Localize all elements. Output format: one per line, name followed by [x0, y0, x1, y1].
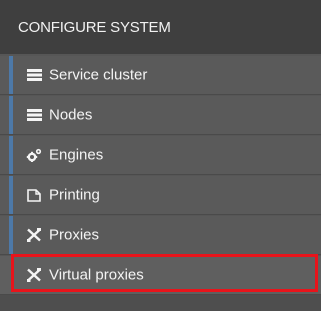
item-accent-bar — [9, 96, 13, 134]
menu-item-service-cluster[interactable]: Service cluster — [0, 56, 321, 95]
item-accent-bar — [9, 136, 13, 174]
list-icon — [26, 68, 42, 82]
menu-item-printing[interactable]: Printing — [0, 176, 321, 215]
menu-item-label: Service cluster — [49, 66, 148, 84]
panel-header: CONFIGURE SYSTEM — [0, 0, 321, 54]
configure-system-panel: CONFIGURE SYSTEM Service cluster Nodes E… — [0, 0, 321, 311]
document-icon — [26, 188, 42, 202]
tools-icon — [26, 268, 42, 282]
item-accent-bar — [9, 176, 13, 214]
panel-bottom-strip — [0, 295, 321, 311]
menu-item-label: Printing — [49, 186, 100, 204]
menu-item-proxies[interactable]: Proxies — [0, 216, 321, 255]
tools-icon — [26, 228, 42, 242]
menu-item-label: Nodes — [49, 106, 93, 124]
gears-icon — [26, 148, 42, 162]
menu-item-engines[interactable]: Engines — [0, 136, 321, 175]
menu-item-label: Virtual proxies — [49, 266, 144, 284]
menu-item-virtual-proxies[interactable]: Virtual proxies — [0, 256, 321, 295]
list-icon — [26, 108, 42, 122]
menu-item-label: Proxies — [49, 226, 100, 244]
menu-item-label: Engines — [49, 146, 104, 164]
menu-item-nodes[interactable]: Nodes — [0, 96, 321, 135]
item-accent-bar — [9, 56, 13, 94]
panel-title: CONFIGURE SYSTEM — [18, 18, 171, 36]
item-accent-bar — [9, 216, 13, 254]
